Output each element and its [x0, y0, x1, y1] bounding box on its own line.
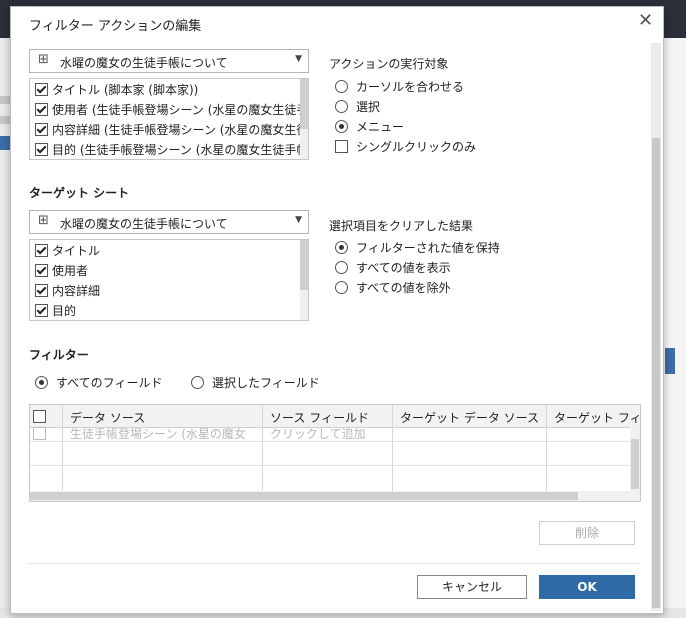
source-sheet-value: 水曜の魔女の生徒手帳について — [60, 56, 228, 70]
radio-label: メニュー — [356, 120, 405, 134]
target-sheet-heading: ターゲット シート — [29, 186, 130, 200]
checkbox[interactable] — [35, 102, 48, 116]
radio-button[interactable] — [335, 281, 348, 294]
radio-button[interactable] — [335, 241, 348, 254]
radio-button[interactable] — [335, 80, 348, 93]
checkbox[interactable] — [35, 283, 48, 297]
list-item[interactable]: 内容詳細 (生徒手帳登場シーン (水星の魔女生徒手 — [30, 119, 308, 139]
list-item[interactable]: 使用者 — [30, 260, 308, 280]
column-divider — [62, 405, 63, 501]
row-divider — [30, 465, 640, 466]
radio-keep-filtered[interactable]: フィルターされた値を保持 — [335, 239, 500, 256]
checkbox[interactable] — [35, 263, 48, 277]
target-fields-list: タイトル 使用者 内容詳細 目的 — [29, 239, 309, 321]
radio-label: カーソルを合わせる — [356, 80, 465, 94]
bg-tab — [665, 348, 675, 374]
target-sheet-select[interactable]: ⊞ 水曜の魔女の生徒手帳について ▼ — [29, 210, 309, 234]
column-divider — [262, 405, 263, 501]
column-header[interactable]: ソース フィールド — [270, 409, 369, 426]
ok-button[interactable]: OK — [539, 575, 635, 599]
list-scrollbar[interactable] — [300, 79, 308, 159]
checkbox-label: シングルクリックのみ — [356, 140, 477, 154]
field-label: 使用者 — [52, 263, 89, 278]
field-label: 目的 (生徒手帳登場シーン (水星の魔女生徒手帳 — [52, 142, 309, 157]
scroll-thumb[interactable] — [631, 439, 639, 489]
sheet-grid-icon: ⊞ — [38, 52, 49, 67]
source-sheet-select[interactable]: ⊞ 水曜の魔女の生徒手帳について ▼ — [29, 49, 309, 73]
column-divider — [392, 405, 393, 501]
checkbox[interactable] — [335, 140, 348, 153]
placeholder-data-source[interactable]: 生徒手帳登場シーン (水星の魔女 — [70, 425, 246, 442]
scroll-thumb[interactable] — [30, 492, 578, 500]
table-vertical-scrollbar[interactable] — [630, 427, 640, 491]
checkbox[interactable] — [35, 243, 48, 257]
radio-button[interactable] — [335, 261, 348, 274]
field-label: 内容詳細 (生徒手帳登場シーン (水星の魔女生徒手 — [52, 122, 309, 137]
close-icon[interactable]: ✕ — [638, 11, 653, 31]
list-item[interactable]: 使用者 (生徒手帳登場シーン (水星の魔女生徒手 — [30, 99, 308, 119]
filters-heading: フィルター — [29, 348, 89, 362]
checkbox[interactable] — [35, 142, 48, 156]
list-item[interactable]: 内容詳細 — [30, 280, 308, 300]
checkbox[interactable] — [35, 122, 48, 136]
field-label: タイトル — [52, 243, 101, 258]
radio-label: すべてのフィールド — [56, 376, 163, 390]
chevron-down-icon: ▼ — [295, 215, 302, 225]
checkbox[interactable] — [35, 82, 48, 96]
list-scrollbar[interactable] — [300, 240, 308, 320]
delete-button[interactable]: 削除 — [539, 521, 635, 545]
cancel-button[interactable]: キャンセル — [417, 575, 527, 599]
placeholder-source-field[interactable]: クリックして追加 — [270, 425, 366, 442]
footer-divider — [29, 563, 639, 564]
radio-selected-fields[interactable]: 選択したフィールド — [191, 374, 320, 391]
field-label: タイトル (脚本家 (脚本家)) — [52, 82, 199, 97]
radio-button[interactable] — [335, 100, 348, 113]
scroll-thumb[interactable] — [652, 138, 660, 608]
edit-filter-action-dialog: フィルター アクションの編集 ✕ ⊞ 水曜の魔女の生徒手帳について ▼ タイトル… — [10, 6, 664, 614]
row-checkbox[interactable] — [33, 427, 46, 440]
single-click-only-checkbox[interactable]: シングルクリックのみ — [335, 138, 476, 155]
list-item[interactable]: タイトル — [30, 240, 308, 260]
table-horizontal-scrollbar[interactable] — [30, 491, 640, 501]
dialog-title: フィルター アクションの編集 — [29, 19, 202, 34]
sheet-grid-icon: ⊞ — [38, 213, 49, 228]
source-fields-list: タイトル (脚本家 (脚本家)) 使用者 (生徒手帳登場シーン (水星の魔女生徒… — [29, 78, 309, 160]
select-all-checkbox[interactable] — [33, 410, 46, 423]
field-label: 内容詳細 — [52, 283, 101, 298]
radio-menu[interactable]: メニュー — [335, 118, 404, 135]
radio-all-fields[interactable]: すべてのフィールド — [35, 374, 162, 391]
column-header[interactable]: ターゲット フィ — [554, 409, 640, 426]
target-sheet-value: 水曜の魔女の生徒手帳について — [60, 217, 228, 231]
radio-select[interactable]: 選択 — [335, 98, 380, 115]
app-right-panel-background — [662, 38, 686, 618]
dialog-vertical-scrollbar[interactable] — [651, 43, 661, 611]
run-action-heading: アクションの実行対象 — [329, 57, 449, 71]
scroll-thumb[interactable] — [300, 240, 308, 290]
checkbox[interactable] — [35, 303, 48, 317]
radio-label: 選択 — [356, 100, 381, 114]
list-item[interactable]: タイトル (脚本家 (脚本家)) — [30, 79, 308, 99]
field-label: 目的 — [52, 303, 77, 318]
list-item[interactable]: 目的 (生徒手帳登場シーン (水星の魔女生徒手帳 — [30, 139, 308, 159]
radio-button[interactable] — [335, 120, 348, 133]
radio-exclude-all[interactable]: すべての値を除外 — [335, 279, 451, 296]
radio-show-all[interactable]: すべての値を表示 — [335, 259, 451, 276]
chevron-down-icon: ▼ — [295, 54, 302, 64]
clear-selection-heading: 選択項目をクリアした結果 — [329, 219, 474, 233]
column-divider — [546, 405, 547, 501]
field-label: 使用者 (生徒手帳登場シーン (水星の魔女生徒手 — [52, 102, 309, 117]
column-header[interactable]: データ ソース — [70, 409, 145, 426]
radio-label: フィルターされた値を保持 — [356, 241, 500, 255]
scroll-thumb[interactable] — [300, 79, 308, 129]
radio-label: 選択したフィールド — [212, 376, 320, 390]
radio-button[interactable] — [191, 376, 204, 389]
radio-label: すべての値を除外 — [356, 281, 451, 295]
filters-table: データ ソース ソース フィールド ターゲット データ ソース ターゲット フィ… — [29, 404, 641, 502]
radio-hover[interactable]: カーソルを合わせる — [335, 78, 464, 95]
column-header[interactable]: ターゲット データ ソース — [400, 409, 539, 426]
radio-label: すべての値を表示 — [356, 261, 451, 275]
list-item[interactable]: 目的 — [30, 300, 308, 320]
radio-button[interactable] — [35, 376, 48, 389]
